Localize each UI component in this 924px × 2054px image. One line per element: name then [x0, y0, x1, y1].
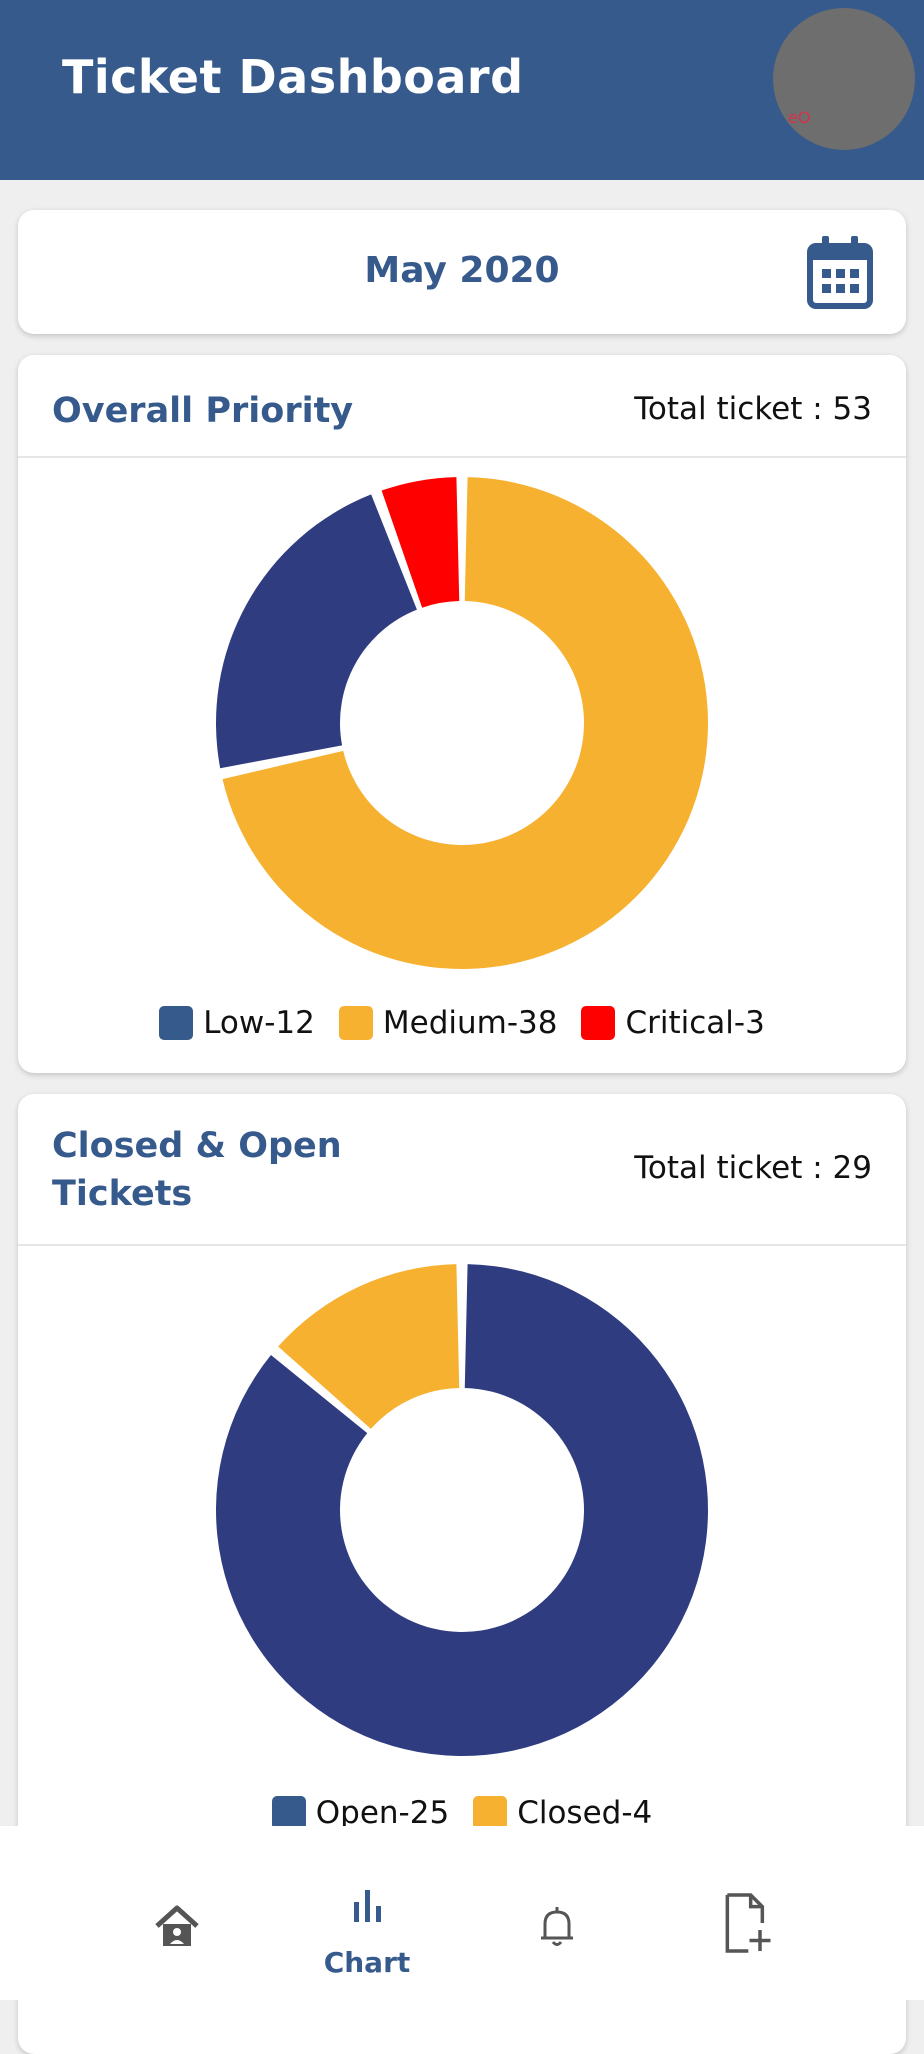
donut-slice-low-12[interactable]: [216, 494, 417, 769]
legend-label: Medium-38: [382, 1005, 558, 1041]
avatar-text: eO: [788, 108, 811, 127]
legend-swatch: [159, 1006, 194, 1040]
nav-add-ticket[interactable]: [677, 1826, 817, 2000]
page-title: Ticket Dashboard: [62, 50, 524, 104]
avatar[interactable]: eO: [773, 8, 915, 150]
priority-chart-card: Overall Priority Total ticket : 53 Low-1…: [18, 355, 906, 1073]
legend-item: Medium-38: [338, 1005, 558, 1041]
legend-item: Critical-3: [581, 1005, 765, 1041]
priority-legend: Low-12 Medium-38 Critical-3: [18, 1005, 906, 1041]
nav-chart-label: Chart: [323, 1946, 411, 1979]
nav-chart[interactable]: Chart: [297, 1826, 437, 2000]
chart-icon: [354, 1890, 381, 1922]
status-title-line2: Tickets: [52, 1174, 193, 1214]
app-header: Ticket Dashboard eO: [0, 0, 924, 180]
home-icon: [155, 1905, 199, 1946]
month-label: May 2020: [364, 250, 560, 291]
calendar-icon[interactable]: [806, 234, 874, 310]
priority-title: Overall Priority: [52, 391, 354, 431]
divider: [18, 1244, 906, 1246]
legend-item: Low-12: [159, 1005, 315, 1041]
legend-label: Low-12: [203, 1005, 315, 1041]
legend-label: Critical-3: [625, 1005, 765, 1041]
month-selector-card[interactable]: May 2020: [18, 210, 906, 334]
legend-swatch: [338, 1006, 373, 1040]
legend-swatch: [581, 1006, 616, 1040]
nav-home[interactable]: [107, 1826, 247, 2000]
status-title: Closed & Open Tickets: [52, 1122, 342, 1218]
status-total: Total ticket : 29: [634, 1150, 872, 1186]
bell-icon: [541, 1907, 573, 1946]
nav-notifications[interactable]: [487, 1826, 627, 2000]
legend-swatch: [473, 1796, 508, 1830]
add-file-icon: [725, 1893, 771, 1953]
legend-swatch: [271, 1796, 306, 1830]
priority-donut-chart: [216, 477, 708, 970]
priority-total: Total ticket : 53: [634, 391, 872, 427]
bottom-navigation: Chart: [0, 1826, 924, 2000]
status-title-line1: Closed & Open: [52, 1126, 342, 1166]
divider: [18, 456, 906, 458]
status-donut-chart: [216, 1264, 709, 1756]
